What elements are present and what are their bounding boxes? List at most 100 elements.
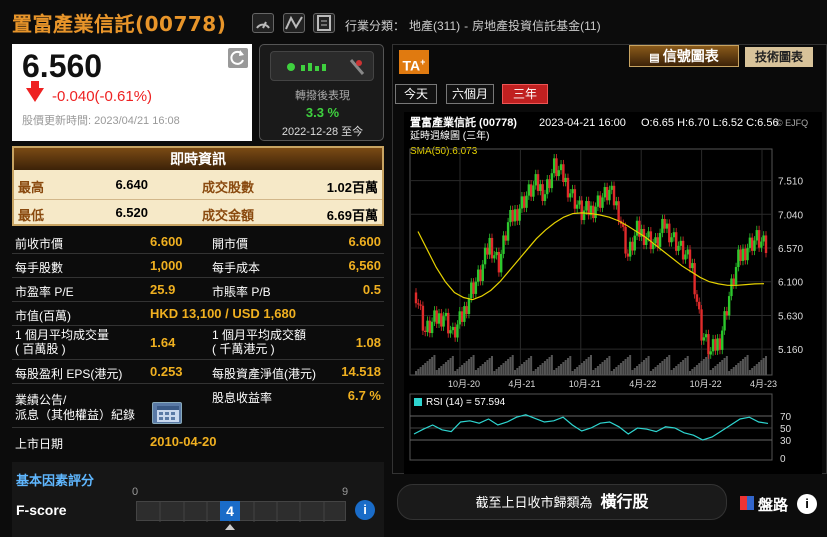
candle-body (421, 305, 425, 331)
candle-body (525, 195, 528, 208)
chart-icon: ▤ (649, 52, 663, 64)
candle-body (750, 237, 754, 251)
speedometer-icon[interactable] (252, 13, 274, 33)
volume-bar (571, 371, 574, 375)
volume-bar (652, 369, 655, 375)
candle-body (757, 230, 761, 248)
industry-sector[interactable]: 地產(311) (409, 19, 460, 33)
volume-bar (495, 369, 498, 375)
realtime-value: 1.02百萬 (326, 180, 378, 195)
candle-body (674, 232, 678, 251)
volume-bar (649, 371, 652, 375)
range-today-button[interactable]: 今天 (395, 84, 437, 104)
volume-bar (631, 370, 634, 375)
candle-body (626, 253, 630, 257)
fscore-info-icon[interactable]: i (355, 500, 375, 520)
candle-body (502, 235, 505, 254)
candle-body (557, 170, 560, 177)
candle-body (744, 248, 747, 261)
current-price: 6.560 (22, 48, 103, 84)
detail-label: 每手成本 (212, 261, 261, 275)
candle-body (741, 248, 745, 261)
candle-body (493, 255, 496, 259)
info-icon[interactable]: i (797, 494, 817, 514)
volume-bar (573, 369, 576, 375)
candle-body (688, 249, 692, 269)
volume-bar (564, 360, 567, 375)
candle-body (691, 263, 694, 269)
volume-bar (543, 361, 546, 375)
classification-value: 橫行股 (600, 494, 649, 511)
volume-bar (603, 360, 606, 375)
detail-label: 開市價 (212, 237, 249, 251)
realtime-info-box: 即時資訊 最高 6.640 成交股數 1.02百萬 最低 6.520 成交金額 … (12, 146, 384, 226)
candle-body (633, 235, 636, 251)
volume-bar (523, 362, 526, 375)
industry-subsector[interactable]: 房地產投資信託基金(11) (472, 19, 600, 33)
volume-bar (500, 365, 503, 375)
fscore-name: F-score (16, 502, 67, 518)
detail-row: 每手股數 1,000 每手成本 6,560 (12, 254, 384, 278)
detail-label: 每股資產淨值(港元) (212, 367, 316, 381)
candle-body (456, 324, 459, 338)
volume-bar (530, 356, 533, 375)
industry-sep: - (464, 19, 469, 33)
volume-bar (606, 358, 609, 375)
rsi-y-tick-label: 30 (780, 436, 792, 447)
volume-bar (580, 363, 583, 375)
candle-body (575, 204, 579, 209)
candle-body (596, 195, 600, 207)
candle-body (495, 251, 498, 256)
volume-bar (661, 361, 664, 375)
price-x-tick-label: 10月-22 (690, 379, 722, 389)
candle-body (483, 247, 487, 265)
price-change: -0.040(-0.61%) (52, 88, 153, 105)
candle-body (467, 298, 471, 315)
candle-body (536, 174, 540, 191)
candle-body (488, 237, 491, 255)
candle-body (681, 240, 685, 260)
signal-bars-icon (270, 51, 374, 81)
volume-bar (739, 361, 742, 375)
volume-bar (520, 364, 523, 375)
document-icon[interactable] (313, 13, 335, 33)
rsi-label: RSI (14) = 57.594 (426, 397, 506, 408)
performance-box[interactable]: 轉撥後表現 3.3 % 2022-12-28 至今 (259, 44, 384, 141)
volume-bar (546, 359, 549, 375)
volume-bar (461, 365, 464, 375)
candle-body (529, 184, 533, 197)
down-arrow-icon (26, 88, 44, 102)
classification-text: 截至上日收市歸類為 (475, 495, 593, 510)
candle-body (474, 281, 478, 294)
panlu-label[interactable]: 盤路 (758, 494, 788, 515)
range-6m-button[interactable]: 六個月 (446, 84, 494, 104)
detail-row: 每股盈利 EPS(港元) 0.253 每股資產淨值(港元) 14.518 (12, 360, 384, 384)
price-box: 6.560 -0.040(-0.61%) 股價更新時間: 2023/04/21 … (12, 44, 252, 141)
panlu-icon[interactable] (740, 496, 754, 510)
calendar-icon[interactable] (152, 402, 182, 424)
candle-body (753, 240, 756, 251)
candle-body (465, 306, 468, 315)
tab-signal-chart[interactable]: ▤ 信號圖表 (629, 45, 739, 67)
realtime-value: 6.520 (115, 205, 148, 220)
volume-bar (456, 369, 459, 375)
volume-bar (686, 356, 689, 375)
range-3y-button[interactable]: 三年 (502, 84, 548, 104)
tab-technical-chart[interactable]: 技術圖表 (745, 47, 813, 67)
performance-label: 轉撥後表現 (295, 90, 350, 102)
volume-bar (424, 363, 427, 375)
detail-label: 市賬率 P/B (212, 285, 271, 299)
detail-value: 2010-04-20 (150, 434, 217, 449)
refresh-icon[interactable] (228, 48, 248, 68)
realtime-title: 即時資訊 (14, 148, 382, 170)
detail-label: 業績公告/ 派息（其他權益）紀錄 (15, 393, 136, 422)
candle-body (414, 292, 418, 304)
volume-bar (481, 364, 484, 375)
detail-label: 市值(百萬) (15, 309, 71, 323)
line-chart-icon[interactable] (283, 13, 305, 33)
volume-bar (594, 368, 597, 375)
volume-bar (507, 359, 510, 375)
fscore-min: 0 (132, 486, 139, 498)
classification-bar: 截至上日收市歸類為 橫行股 (397, 484, 727, 520)
candle-body (453, 326, 457, 338)
